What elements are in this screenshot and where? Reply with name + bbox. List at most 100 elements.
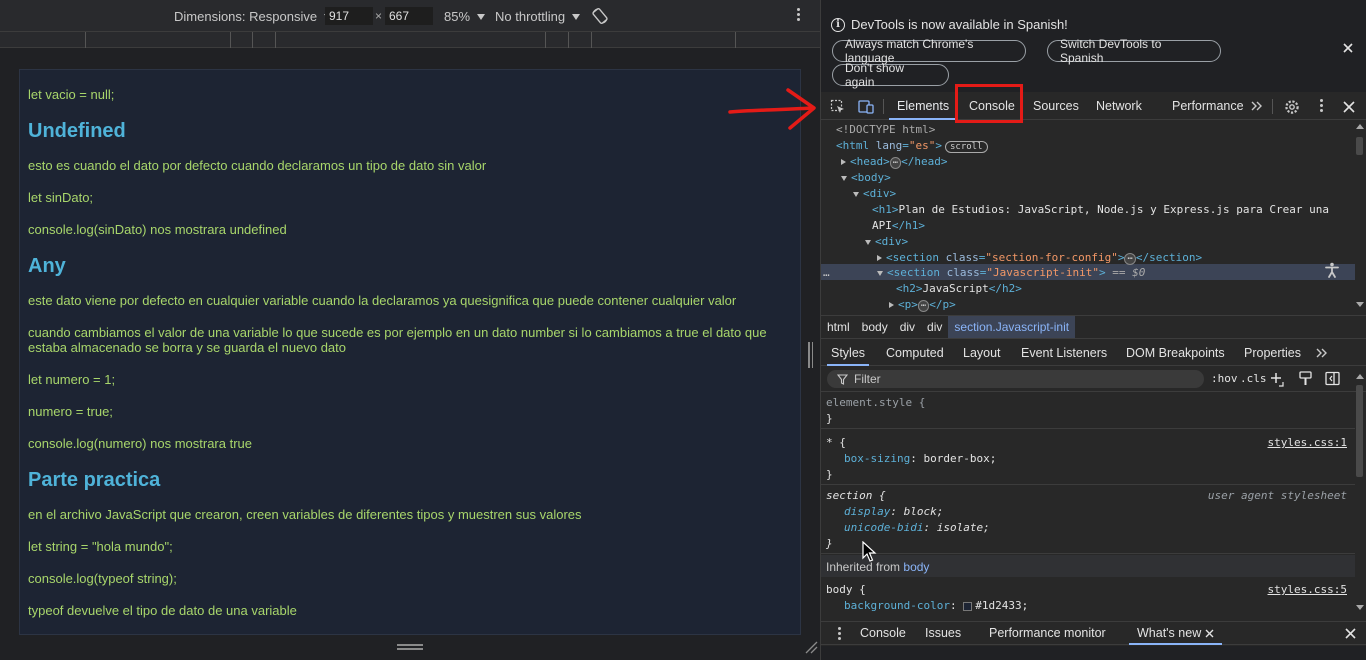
div-node[interactable]: <div> (853, 186, 896, 202)
tab-layout[interactable]: Layout (963, 340, 1001, 365)
more-options-icon[interactable] (793, 8, 803, 24)
gear-icon[interactable] (1284, 99, 1300, 115)
paintbrush-icon[interactable] (1298, 371, 1313, 386)
universal-selector-rule: * { styles.css:1 box-sizing: border-box;… (821, 430, 1355, 485)
tabbar-divider (883, 99, 884, 114)
drawer-tabbar: Console Issues Performance monitor What'… (821, 621, 1366, 645)
styles-scroll-up-arrow-icon[interactable] (1356, 374, 1364, 379)
tab-network[interactable]: Network (1096, 93, 1142, 119)
device-toolbar-toggle-icon[interactable] (858, 99, 874, 115)
section-config-node[interactable]: <section class="section-for-config"> ⋯ </s… (877, 250, 1202, 266)
inherited-body-link[interactable]: body (903, 560, 929, 574)
tab-computed[interactable]: Computed (886, 340, 944, 365)
dimensions-label: Dimensions: Responsive (174, 9, 318, 24)
dimensions-dropdown[interactable]: Dimensions: Responsive (174, 9, 333, 24)
width-input[interactable] (325, 7, 373, 25)
tab-sources[interactable]: Sources (1033, 93, 1079, 119)
close-drawer-icon[interactable] (1344, 627, 1357, 640)
tab-performance[interactable]: Performance (1172, 93, 1244, 119)
infobar-text: DevTools is now available in Spanish! (851, 17, 1068, 32)
dom-tree-scrollbar[interactable] (1356, 137, 1363, 155)
scroll-down-arrow-icon[interactable] (1356, 302, 1364, 307)
tab-styles[interactable]: Styles (826, 340, 870, 366)
styles-filter-input[interactable]: Filter (827, 370, 1204, 388)
breadcrumb-html[interactable]: html (821, 316, 856, 338)
scroll-badge[interactable]: scroll (945, 141, 988, 153)
head-node[interactable]: <head> ⋯ </head> (841, 154, 948, 170)
page-paragraph: console.log(numero) nos mostrara true (28, 436, 252, 451)
always-match-language-button[interactable]: Always match Chrome's language (832, 37, 1026, 65)
page-paragraph: console.log(sinDato) nos mostrara undefi… (28, 222, 287, 237)
page-content: let vacio = null; Undefined esto es cuando… (20, 70, 800, 618)
drawer-body (821, 646, 1366, 660)
devtools-main-tabbar: Elements Console Sources Network Perform… (821, 93, 1366, 120)
background-color-declaration[interactable]: background-color: #1d2433; (844, 598, 1028, 614)
drawer-tab-performance-monitor[interactable]: Performance monitor (989, 622, 1106, 644)
page-paragraph: let string = "hola mundo"; (28, 539, 173, 554)
color-swatch[interactable] (963, 601, 973, 611)
hover-state-toggle[interactable]: :hov (1211, 372, 1238, 385)
h1-node[interactable]: <h1>Plan de Estudios: JavaScript, Node.j… (872, 202, 1329, 218)
switch-to-spanish-button[interactable]: Switch DevTools to Spanish (1047, 37, 1221, 65)
more-subtabs-chevron-icon[interactable] (1315, 346, 1329, 360)
inner-div-node[interactable]: <div> (865, 234, 908, 250)
close-tab-icon[interactable] (1205, 629, 1214, 638)
element-style-rule: element.style { } (821, 393, 1355, 429)
drawer-tab-issues[interactable]: Issues (925, 622, 961, 644)
styles-scrollbar[interactable] (1356, 385, 1363, 477)
close-devtools-icon[interactable] (1341, 99, 1357, 115)
red-arrow-annotation (728, 88, 816, 130)
page-paragraph: let sinDato; (28, 190, 94, 205)
doctype-node[interactable]: <!DOCTYPE html> (836, 122, 935, 138)
breadcrumb-div[interactable]: div (894, 316, 921, 338)
toggle-sidebar-icon[interactable] (1325, 371, 1340, 386)
page-paragraph: let numero = 1; (28, 372, 116, 387)
drawer-menu-icon[interactable] (835, 627, 843, 641)
tab-properties[interactable]: Properties (1244, 340, 1301, 365)
accessibility-icon[interactable] (1323, 261, 1341, 279)
zoom-dropdown[interactable]: 85% (444, 9, 486, 24)
chevron-down-icon (477, 13, 486, 20)
drawer-tab-whats-new[interactable]: What's new (1128, 622, 1223, 645)
emulated-viewport[interactable]: let vacio = null; Undefined esto es cuando… (19, 69, 801, 635)
class-toggle[interactable]: .cls (1240, 372, 1267, 385)
corner-resize-grip-icon[interactable] (804, 640, 818, 654)
new-style-rule-icon[interactable] (1270, 371, 1286, 387)
tab-dom-breakpoints[interactable]: DOM Breakpoints (1126, 340, 1225, 365)
section-javascript-init-node[interactable]: <section class="Javascript-init"> == $0 (877, 265, 1145, 281)
throttling-dropdown[interactable]: No throttling (495, 9, 581, 24)
h2-node[interactable]: <h2>JavaScript</h2> (896, 281, 1022, 297)
section-ua-rule: section { user agent stylesheet display:… (821, 486, 1355, 554)
styles-pane[interactable]: element.style { } * { styles.css:1 box-s… (821, 393, 1355, 615)
devtools-menu-icon[interactable] (1317, 99, 1325, 113)
html-node[interactable]: <html lang="es"> scroll (836, 138, 988, 154)
closing-brace: } (826, 412, 833, 425)
row-options-ellipsis[interactable]: … (823, 265, 830, 281)
height-input[interactable] (385, 7, 433, 25)
body-node[interactable]: <body> (841, 170, 891, 186)
close-infobar-icon[interactable] (1341, 41, 1355, 55)
breadcrumb-body[interactable]: body (856, 316, 894, 338)
styles-scroll-down-arrow-icon[interactable] (1356, 605, 1364, 610)
breadcrumb-div-inner[interactable]: div (921, 316, 948, 338)
chevron-down-icon (572, 13, 581, 20)
element-style-selector: element.style { (826, 396, 926, 409)
dom-tree[interactable]: <!DOCTYPE html> <html lang="es"> scroll <… (821, 121, 1366, 314)
more-tabs-chevron-icon[interactable] (1250, 99, 1264, 113)
styles-css-1-link[interactable]: styles.css:1 (1268, 435, 1347, 451)
p-node[interactable]: <p> ⋯ </p> (889, 297, 956, 313)
viewport-right-resize-handle[interactable] (808, 342, 813, 368)
scroll-up-arrow-icon[interactable] (1356, 124, 1364, 129)
dont-show-again-button[interactable]: Don't show again (832, 61, 949, 89)
breadcrumb-section[interactable]: section.Javascript-init (948, 316, 1076, 338)
box-sizing-declaration[interactable]: box-sizing: border-box; (844, 451, 996, 467)
throttling-label: No throttling (495, 9, 566, 24)
rotate-icon[interactable] (591, 7, 609, 25)
tab-event-listeners[interactable]: Event Listeners (1021, 340, 1107, 365)
drawer-tab-console[interactable]: Console (860, 622, 906, 644)
inspect-element-icon[interactable] (830, 99, 846, 115)
viewport-bottom-resize-handle[interactable] (397, 644, 423, 650)
inherited-from-header: Inherited from body (821, 555, 1355, 577)
styles-css-5-link[interactable]: styles.css:5 (1268, 582, 1347, 598)
tab-elements[interactable]: Elements (889, 93, 958, 120)
